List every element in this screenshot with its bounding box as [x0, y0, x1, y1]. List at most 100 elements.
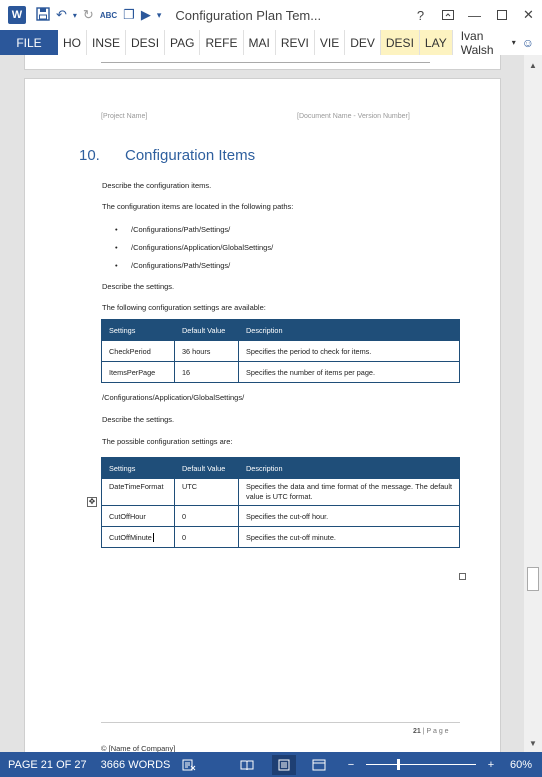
ribbon-display-icon[interactable]	[434, 0, 461, 30]
word-count[interactable]: 3666 WORDS	[101, 759, 171, 771]
macro-play-icon[interactable]: ▶	[141, 7, 151, 23]
list-item: /Configurations/Application/GlobalSettin…	[131, 243, 274, 252]
table-row[interactable]: CutOffHour 0 Specifies the cut-off hour.	[101, 505, 460, 528]
table-cell[interactable]: 16	[174, 361, 239, 383]
customize-toolbar-icon[interactable]: ▾	[157, 10, 162, 21]
window-controls: ? — ✕	[407, 0, 542, 30]
footer-divider	[101, 722, 460, 723]
paragraph: The configuration items are located in t…	[102, 202, 294, 211]
table-cell[interactable]: Specifies the data and time format of th…	[238, 477, 460, 507]
tab-home[interactable]: HO	[58, 30, 87, 55]
spelling-icon[interactable]: ABC	[100, 11, 117, 20]
table-header: Default Value	[174, 319, 239, 341]
maximize-button[interactable]	[488, 0, 515, 30]
web-layout-icon[interactable]	[310, 758, 328, 772]
paragraph: /Configurations/Application/GlobalSettin…	[102, 393, 245, 402]
table-cell[interactable]: 0	[174, 505, 239, 528]
table-row[interactable]: CheckPeriod 36 hours Specifies the perio…	[101, 340, 460, 362]
read-mode-icon[interactable]	[238, 758, 256, 772]
settings-table-2[interactable]: Settings Default Value Description DateT…	[101, 457, 460, 549]
paragraph: The possible configuration settings are:	[102, 437, 233, 446]
tab-developer[interactable]: DEV	[345, 30, 381, 55]
close-button[interactable]: ✕	[515, 0, 542, 30]
help-button[interactable]: ?	[407, 0, 434, 30]
print-layout-icon[interactable]	[271, 754, 296, 775]
save-icon[interactable]	[36, 6, 50, 24]
table-cell[interactable]: CutOffHour	[101, 505, 175, 528]
document-page[interactable]: [Project Name] [Document Name - Version …	[24, 78, 501, 752]
footer-company: © [Name of Company]	[101, 744, 176, 752]
undo-icon[interactable]: ↶	[56, 7, 67, 23]
quick-access-toolbar: ↶ ▾ ↻ ABC ❐ ▶ ▾	[36, 6, 162, 24]
table-cell[interactable]: Specifies the number of items per page.	[238, 361, 460, 383]
smiley-feedback-icon[interactable]: ☺	[522, 36, 534, 50]
table-header: Description	[238, 457, 460, 479]
title-bar: W ↶ ▾ ↻ ABC ❐ ▶ ▾ Configuration Plan Tem…	[0, 0, 542, 30]
table-cell[interactable]: 36 hours	[174, 340, 239, 362]
tab-file[interactable]: FILE	[0, 30, 58, 55]
proofing-icon[interactable]	[180, 758, 198, 772]
table-row[interactable]: DateTimeFormat UTC Specifies the data an…	[101, 477, 460, 507]
heading-title: Configuration Items	[125, 147, 256, 164]
tab-review[interactable]: REVI	[275, 30, 315, 55]
table-header: Default Value	[174, 457, 239, 479]
table-cell[interactable]: UTC	[174, 477, 239, 507]
table-cell[interactable]: DateTimeFormat	[101, 477, 175, 507]
page-count[interactable]: PAGE 21 OF 27	[8, 759, 87, 771]
scroll-up-icon[interactable]: ▲	[524, 61, 542, 70]
user-name: Ivan Walsh	[460, 28, 494, 57]
heading-number: 10.	[79, 147, 100, 164]
copy-format-icon[interactable]: ❐	[123, 7, 135, 23]
tab-table-design[interactable]: DESI	[380, 30, 420, 55]
footer-page-number: 21 | P a g e	[413, 728, 449, 735]
ribbon-tabs: FILE HO INSE DESI PAG REFE MAI REVI VIE …	[0, 28, 542, 57]
scroll-thumb[interactable]	[527, 567, 539, 591]
vertical-scrollbar[interactable]: ▲ ▼	[524, 55, 542, 752]
tab-references[interactable]: REFE	[200, 30, 244, 55]
undo-dropdown-icon[interactable]: ▾	[73, 11, 77, 20]
settings-table-1[interactable]: Settings Default Value Description Check…	[101, 319, 460, 383]
table-cell[interactable]: CheckPeriod	[101, 340, 175, 362]
paragraph: Describe the settings.	[102, 282, 175, 291]
chevron-down-icon: ▾	[511, 38, 516, 47]
table-cell[interactable]: ItemsPerPage	[101, 361, 175, 383]
table-row[interactable]: ItemsPerPage 16 Specifies the number of …	[101, 361, 460, 383]
table-cell[interactable]: Specifies the cut-off hour.	[238, 505, 460, 528]
bullet-icon: •	[115, 261, 118, 270]
zoom-slider[interactable]	[365, 759, 476, 770]
tab-design[interactable]: DESI	[126, 30, 166, 55]
tab-page-layout[interactable]: PAG	[165, 30, 201, 55]
word-app-icon[interactable]: W	[6, 4, 28, 26]
table-cell[interactable]: 0	[174, 526, 239, 549]
zoom-in-icon[interactable]: +	[482, 758, 500, 772]
user-account[interactable]: Ivan Walsh ▾ ☺	[452, 28, 542, 57]
tab-view[interactable]: VIE	[314, 30, 346, 55]
scroll-down-icon[interactable]: ▼	[524, 739, 542, 748]
table-cell-text: CutOffMinute	[109, 532, 152, 542]
table-resize-handle-icon[interactable]	[459, 573, 466, 580]
tab-table-layout[interactable]: LAY	[419, 30, 453, 55]
minimize-button[interactable]: —	[461, 0, 488, 30]
table-move-handle-icon[interactable]: ✥	[87, 497, 97, 507]
table-cell-active[interactable]: CutOffMinute	[101, 526, 175, 549]
window-title: Configuration Plan Tem...	[175, 7, 322, 23]
header-document-name: [Document Name - Version Number]	[297, 113, 410, 120]
bullet-icon: •	[115, 243, 118, 252]
zoom-slider-thumb[interactable]	[396, 759, 400, 770]
table-row[interactable]: CutOffMinute 0 Specifies the cut-off min…	[101, 526, 460, 549]
page-number: 21	[413, 728, 421, 735]
table-header-row: Settings Default Value Description	[101, 457, 460, 479]
document-canvas[interactable]: [Project Name] [Document Name - Version …	[0, 55, 524, 752]
text-cursor	[152, 533, 154, 543]
list-item: /Configurations/Path/Settings/	[131, 225, 231, 234]
table-header: Description	[238, 319, 460, 341]
table-cell[interactable]: Specifies the period to check for items.	[238, 340, 460, 362]
redo-icon[interactable]: ↻	[83, 7, 94, 23]
tab-mailings[interactable]: MAI	[243, 30, 276, 55]
zoom-level[interactable]: 60%	[510, 759, 532, 771]
bullet-icon: •	[115, 225, 118, 234]
previous-page	[24, 55, 501, 70]
zoom-out-icon[interactable]: −	[342, 758, 360, 772]
tab-insert[interactable]: INSE	[87, 30, 127, 55]
table-cell[interactable]: Specifies the cut-off minute.	[238, 526, 460, 549]
